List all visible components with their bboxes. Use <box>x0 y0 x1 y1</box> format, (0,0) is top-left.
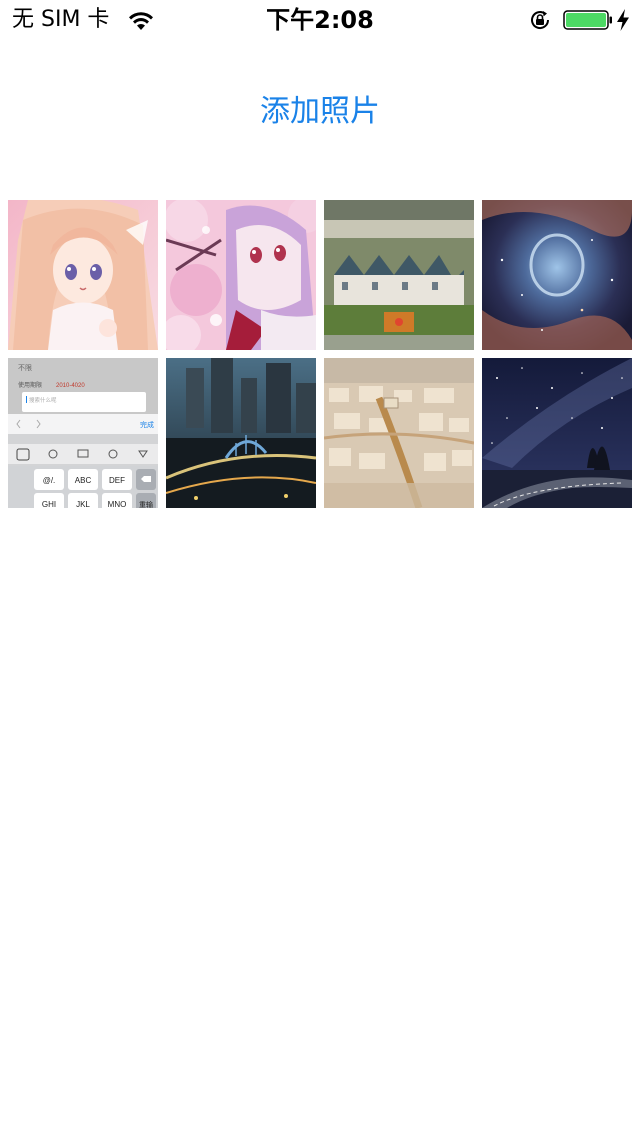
tab-label: 不限 <box>18 363 32 372</box>
done-label: 完成 <box>140 420 154 429</box>
photo-keyboard-screenshot[interactable]: 不限 使用期限 2010-4020 搜索什么呢 完成 @/. ABC DEF G… <box>8 358 158 508</box>
key-jkl: JKL <box>76 500 90 508</box>
key-symbols: @/. <box>43 476 56 485</box>
row-value: 2010-4020 <box>56 383 85 389</box>
photo-city-aerial[interactable] <box>324 358 474 508</box>
orientation-lock-icon <box>531 11 550 29</box>
photo-anime-girl-pink[interactable] <box>8 200 158 350</box>
anime-girl-pink-image <box>8 200 158 350</box>
milky-way-road-image <box>482 358 632 508</box>
charging-bolt-icon <box>617 9 629 31</box>
anime-girl-blossoms-image <box>166 200 316 350</box>
key-mno: MNO <box>108 500 127 508</box>
search-placeholder: 搜索什么呢 <box>29 396 57 404</box>
key-def: DEF <box>109 476 125 485</box>
photo-nebula[interactable] <box>482 200 632 350</box>
key-ghi: GHI <box>42 500 56 508</box>
city-bridge-night-image <box>166 358 316 508</box>
photo-milky-way-road[interactable] <box>482 358 632 508</box>
city-aerial-image <box>324 358 474 508</box>
status-bar: 无 SIM 卡 下午2:08 <box>0 0 640 40</box>
keyboard-screenshot-image: 不限 使用期限 2010-4020 搜索什么呢 完成 @/. ABC DEF G… <box>8 358 158 508</box>
photo-anime-girl-blossoms[interactable] <box>166 200 316 350</box>
nebula-image <box>482 200 632 350</box>
tiltshift-houses-image <box>324 200 474 350</box>
add-photo-button[interactable]: 添加照片 <box>0 90 640 134</box>
row-label: 使用期限 <box>18 381 42 389</box>
key-abc: ABC <box>75 476 92 485</box>
photo-tiltshift-houses[interactable] <box>324 200 474 350</box>
battery-icon <box>563 10 612 30</box>
key-reset: 重输 <box>139 500 153 508</box>
photo-city-bridge-night[interactable] <box>166 358 316 508</box>
